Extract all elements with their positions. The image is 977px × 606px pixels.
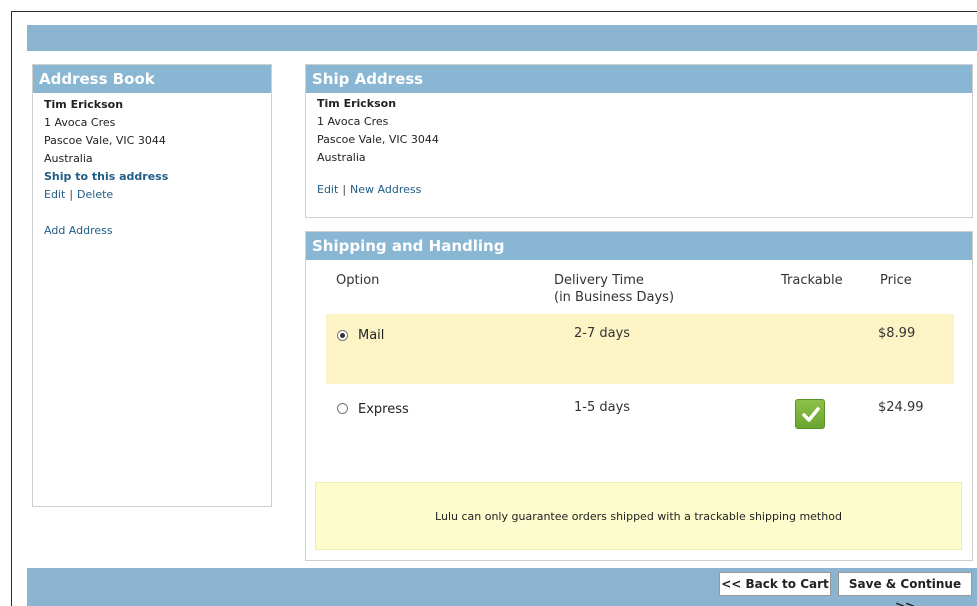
address-country: Australia <box>44 152 93 165</box>
col-header-delivery-line2: (in Business Days) <box>554 290 675 305</box>
col-header-delivery: Delivery Time (in Business Days) <box>554 272 674 306</box>
ship-to-this-address-link[interactable]: Ship to this address <box>44 170 168 183</box>
save-continue-button[interactable]: Save & Continue >> <box>838 572 972 606</box>
ship-address-line1: 1 Avoca Cres <box>317 115 389 128</box>
delivery-time-mail: 2-7 days <box>574 326 631 341</box>
shipping-option-row-mail[interactable] <box>326 314 954 384</box>
address-name: Tim Erickson <box>44 98 124 111</box>
col-header-trackable: Trackable <box>781 273 843 288</box>
address-book-panel: Address Book Tim Erickson 1 Avoca Cres P… <box>32 64 272 507</box>
radio-express[interactable] <box>337 403 348 414</box>
edit-ship-address-link[interactable]: Edit <box>317 183 338 196</box>
shipping-handling-panel: Shipping and Handling Option Delivery Ti… <box>305 231 973 561</box>
add-address-link[interactable]: Add Address <box>44 224 113 237</box>
address-line1: 1 Avoca Cres <box>44 116 116 129</box>
checkmark-icon <box>795 399 825 429</box>
edit-address-link[interactable]: Edit <box>44 188 65 201</box>
ship-address-entry: Tim Erickson 1 Avoca Cres Pascoe Vale, V… <box>317 95 439 167</box>
link-separator: | <box>69 188 74 201</box>
radio-mail[interactable] <box>337 330 348 341</box>
back-to-cart-button[interactable]: << Back to Cart <box>719 572 831 596</box>
link-separator: | <box>342 183 347 196</box>
col-header-delivery-line1: Delivery Time <box>554 273 644 288</box>
ship-address-name: Tim Erickson <box>317 97 397 110</box>
price-express: $24.99 <box>878 400 924 415</box>
col-header-option: Option <box>336 273 380 288</box>
ship-address-panel: Ship Address Tim Erickson 1 Avoca Cres P… <box>305 64 973 218</box>
delete-address-link[interactable]: Delete <box>77 188 113 201</box>
col-header-price: Price <box>880 273 912 288</box>
delivery-time-express: 1-5 days <box>574 400 631 415</box>
price-mail: $8.99 <box>878 326 916 341</box>
address-book-entry: Tim Erickson 1 Avoca Cres Pascoe Vale, V… <box>44 96 168 204</box>
ship-address-line2: Pascoe Vale, VIC 3044 <box>317 133 439 146</box>
address-line2: Pascoe Vale, VIC 3044 <box>44 134 166 147</box>
option-label-express[interactable]: Express <box>358 402 409 417</box>
bottom-bar <box>27 568 977 606</box>
new-address-link[interactable]: New Address <box>350 183 421 196</box>
top-bar <box>27 25 977 51</box>
trackable-notice: Lulu can only guarantee orders shipped w… <box>315 482 962 550</box>
ship-address-country: Australia <box>317 151 366 164</box>
ship-address-title: Ship Address <box>306 65 972 93</box>
shipping-handling-title: Shipping and Handling <box>306 232 972 260</box>
address-book-title: Address Book <box>33 65 271 93</box>
option-label-mail[interactable]: Mail <box>358 328 384 343</box>
